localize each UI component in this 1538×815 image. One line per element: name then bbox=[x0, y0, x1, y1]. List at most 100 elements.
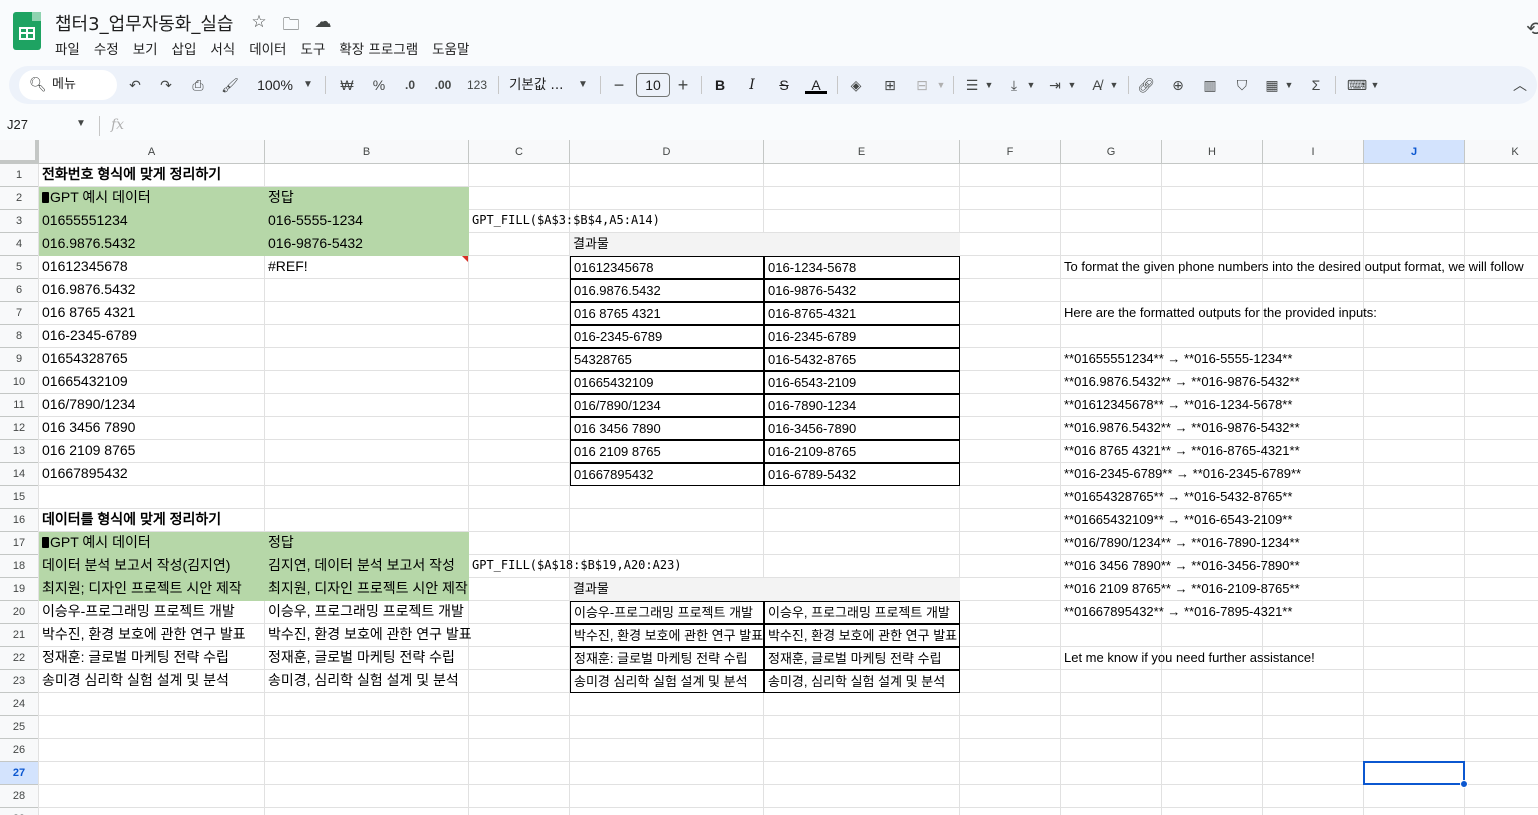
example-header-cell[interactable]: GPT 예시 데이터 bbox=[39, 187, 265, 210]
gpt-response-cell[interactable]: **016-2345-6789** → **016-2345-6789** bbox=[1061, 463, 1364, 486]
name-box[interactable]: J27 bbox=[7, 117, 28, 132]
answer-cell[interactable]: 정재훈, 글로벌 마케팅 전략 수립 bbox=[265, 647, 469, 670]
result-output-cell[interactable]: 016-1234-5678 bbox=[764, 256, 960, 279]
insert-comment-icon[interactable]: ⊕ bbox=[1167, 66, 1189, 104]
menu-item[interactable]: 확장 프로그램 bbox=[339, 38, 418, 58]
row-header[interactable]: 19 bbox=[0, 578, 39, 601]
input-cell[interactable]: 이승우-프로그래밍 프로젝트 개발 bbox=[39, 601, 265, 624]
input-cell[interactable]: 01667895432 bbox=[39, 463, 265, 486]
wrap-chevron-down-icon[interactable]: ▼ bbox=[1066, 66, 1078, 104]
merge-chevron-down-icon[interactable]: ▼ bbox=[935, 66, 947, 104]
star-icon[interactable]: ☆ bbox=[248, 12, 270, 41]
gpt-response-cell[interactable]: **01612345678** → **016-1234-5678** bbox=[1061, 394, 1364, 417]
insert-chart-icon[interactable]: ▥ bbox=[1199, 66, 1221, 104]
sheets-logo-icon[interactable] bbox=[13, 12, 41, 50]
input-cell[interactable]: 016 2109 8765 bbox=[39, 440, 265, 463]
input-tools-icon[interactable]: ⌨ bbox=[1345, 66, 1369, 104]
result-input-cell[interactable]: 송미경 심리학 실험 설계 및 분석 bbox=[570, 670, 764, 693]
input-cell[interactable]: 016 3456 7890 bbox=[39, 417, 265, 440]
row-header[interactable]: 26 bbox=[0, 739, 39, 762]
column-header-k[interactable]: K bbox=[1465, 140, 1538, 164]
row-header[interactable]: 9 bbox=[0, 348, 39, 371]
percent-format-button[interactable]: % bbox=[368, 66, 390, 104]
example-header-cell[interactable]: GPT 예시 데이터 bbox=[39, 532, 265, 555]
result-output-cell[interactable]: 016-2109-8765 bbox=[764, 440, 960, 463]
text-wrapping-icon[interactable]: ⇥ bbox=[1044, 66, 1066, 104]
row-header[interactable]: 23 bbox=[0, 670, 39, 693]
formula-cell[interactable]: GPT_FILL($A$3:$B$4,A5:A14) bbox=[469, 210, 660, 233]
move-folder-icon[interactable]: 🗀 bbox=[280, 12, 302, 41]
answer-cell[interactable]: 최지원, 디자인 프로젝트 시안 제작 bbox=[265, 578, 469, 601]
answer-cell[interactable]: 박수진, 환경 보호에 관한 연구 발표 bbox=[265, 624, 472, 647]
menu-item[interactable]: 도구 bbox=[300, 38, 325, 58]
row-header[interactable]: 2 bbox=[0, 187, 39, 210]
row-header[interactable]: 18 bbox=[0, 555, 39, 578]
row-header[interactable]: 25 bbox=[0, 716, 39, 739]
column-header-h[interactable]: H bbox=[1162, 140, 1263, 164]
row-header[interactable]: 5 bbox=[0, 256, 39, 279]
result-input-cell[interactable]: 01612345678 bbox=[570, 256, 764, 279]
example-cell[interactable]: 최지원; 디자인 프로젝트 시안 제작 bbox=[39, 578, 265, 601]
select-all-corner[interactable] bbox=[0, 140, 39, 164]
cloud-status-icon[interactable]: ☁ bbox=[312, 12, 334, 41]
row-header[interactable]: 20 bbox=[0, 601, 39, 624]
input-cell[interactable]: 01665432109 bbox=[39, 371, 265, 394]
gpt-response-cell[interactable]: **016 3456 7890** → **016-3456-7890** bbox=[1061, 555, 1364, 578]
more-formats-button[interactable]: 123 bbox=[464, 66, 490, 104]
gpt-response-cell[interactable]: **016 2109 8765** → **016-2109-8765** bbox=[1061, 578, 1364, 601]
filter-icon[interactable]: ⛉ bbox=[1231, 66, 1253, 104]
gpt-response-cell[interactable]: **01655551234** → **016-5555-1234** bbox=[1061, 348, 1364, 371]
gpt-response-cell[interactable]: Here are the formatted outputs for the p… bbox=[1061, 302, 1538, 325]
row-header[interactable]: 24 bbox=[0, 693, 39, 716]
result-input-cell[interactable]: 이승우-프로그래밍 프로젝트 개발 bbox=[570, 601, 764, 624]
collapse-toolbar-chevron-up-icon[interactable]: ︿ bbox=[1509, 66, 1531, 104]
column-header-c[interactable]: C bbox=[469, 140, 570, 164]
active-cell-selection[interactable] bbox=[1363, 761, 1465, 785]
section-title-cell[interactable]: 전화번호 형식에 맞게 정리하기 bbox=[39, 164, 265, 187]
input-cell[interactable]: 016/7890/1234 bbox=[39, 394, 265, 417]
error-indicator-icon[interactable] bbox=[462, 256, 468, 262]
row-header[interactable]: 7 bbox=[0, 302, 39, 325]
row-header[interactable]: 10 bbox=[0, 371, 39, 394]
text-rotation-icon[interactable]: A̸ bbox=[1086, 66, 1108, 104]
result-output-cell[interactable]: 이승우, 프로그래밍 프로젝트 개발 bbox=[764, 601, 960, 624]
result-input-cell[interactable]: 01667895432 bbox=[570, 463, 764, 486]
answer-cell[interactable]: 016-9876-5432 bbox=[265, 233, 469, 256]
menu-item[interactable]: 수정 bbox=[94, 38, 119, 58]
gpt-response-cell[interactable]: **01665432109** → **016-6543-2109** bbox=[1061, 509, 1364, 532]
decrease-decimal-button[interactable]: .0 bbox=[398, 66, 422, 104]
document-title[interactable]: 챕터3_업무자동화_실습 bbox=[55, 10, 234, 36]
answer-cell[interactable]: 016-5555-1234 bbox=[265, 210, 469, 233]
error-cell[interactable]: #REF! bbox=[265, 256, 469, 279]
vertical-align-icon[interactable]: ⤓ bbox=[1003, 66, 1025, 104]
functions-icon[interactable]: Σ bbox=[1305, 66, 1327, 104]
column-header-a[interactable]: A bbox=[39, 140, 265, 164]
row-header[interactable]: 14 bbox=[0, 463, 39, 486]
borders-icon[interactable]: ⊞ bbox=[879, 66, 901, 104]
column-header-i[interactable]: I bbox=[1263, 140, 1364, 164]
row-header[interactable]: 22 bbox=[0, 647, 39, 670]
row-header[interactable]: 4 bbox=[0, 233, 39, 256]
result-header-cell[interactable] bbox=[764, 233, 960, 256]
row-header[interactable]: 12 bbox=[0, 417, 39, 440]
row-header[interactable]: 17 bbox=[0, 532, 39, 555]
zoom-chevron-down-icon[interactable]: ▼ bbox=[301, 66, 315, 104]
result-output-cell[interactable]: 016-5432-8765 bbox=[764, 348, 960, 371]
column-header-f[interactable]: F bbox=[960, 140, 1061, 164]
paint-format-icon[interactable]: 🖌︎ bbox=[219, 66, 241, 104]
result-output-cell[interactable]: 016-3456-7890 bbox=[764, 417, 960, 440]
row-header[interactable]: 15 bbox=[0, 486, 39, 509]
result-input-cell[interactable]: 54328765 bbox=[570, 348, 764, 371]
example-cell[interactable]: 데이터 분석 보고서 작성(김지연) bbox=[39, 555, 265, 578]
font-size-increase-button[interactable]: + bbox=[674, 66, 692, 104]
row-header[interactable]: 6 bbox=[0, 279, 39, 302]
result-output-cell[interactable]: 016-9876-5432 bbox=[764, 279, 960, 302]
font-select[interactable]: 기본값 ... bbox=[509, 66, 569, 104]
result-output-cell[interactable]: 정재훈, 글로벌 마케팅 전략 수립 bbox=[764, 647, 960, 670]
result-input-cell[interactable]: 01665432109 bbox=[570, 371, 764, 394]
row-header[interactable]: 27 bbox=[0, 762, 39, 785]
result-header-cell[interactable]: 결과물 bbox=[570, 233, 764, 256]
filter-views-chevron-down-icon[interactable]: ▼ bbox=[1283, 66, 1295, 104]
result-input-cell[interactable]: 016 3456 7890 bbox=[570, 417, 764, 440]
answer-cell[interactable]: 이승우, 프로그래밍 프로젝트 개발 bbox=[265, 601, 469, 624]
